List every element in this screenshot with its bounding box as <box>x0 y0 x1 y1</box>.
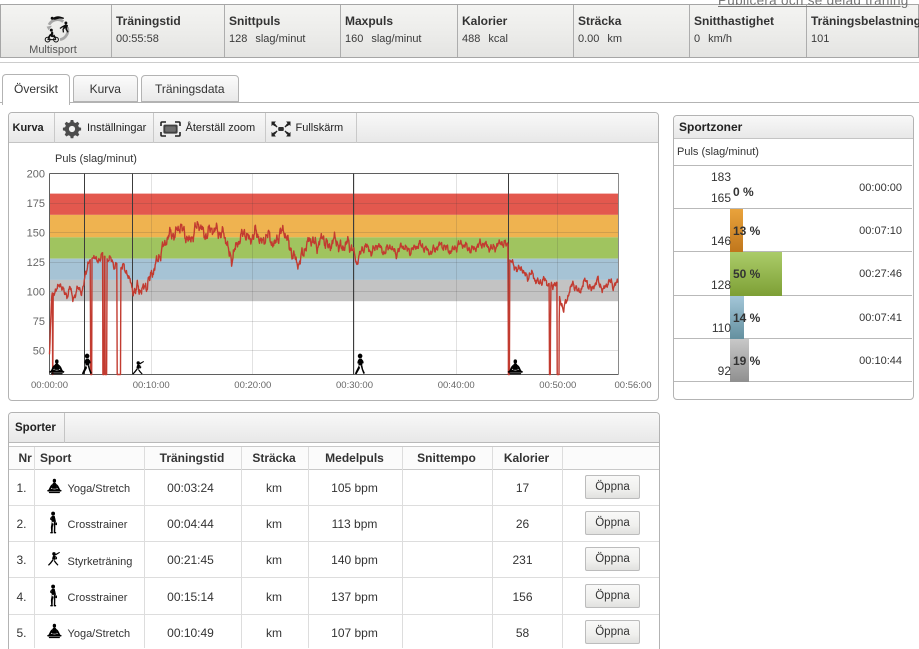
svg-text:00:30:00: 00:30:00 <box>336 380 373 391</box>
svg-text:Puls (slag/minut): Puls (slag/minut) <box>55 153 137 165</box>
svg-text:175: 175 <box>27 198 45 210</box>
svg-text:200: 200 <box>27 168 45 180</box>
svg-text:150: 150 <box>27 227 45 239</box>
svg-text:100: 100 <box>27 287 45 299</box>
svg-text:00:40:00: 00:40:00 <box>438 380 475 391</box>
svg-text:00:10:00: 00:10:00 <box>133 380 170 391</box>
svg-text:125: 125 <box>27 257 45 269</box>
svg-text:00:50:00: 00:50:00 <box>539 380 576 391</box>
svg-text:00:00:00: 00:00:00 <box>31 380 68 391</box>
svg-text:00:20:00: 00:20:00 <box>234 380 271 391</box>
svg-text:50: 50 <box>33 346 45 358</box>
svg-text:00:56:00: 00:56:00 <box>615 380 652 391</box>
svg-text:75: 75 <box>33 316 45 328</box>
